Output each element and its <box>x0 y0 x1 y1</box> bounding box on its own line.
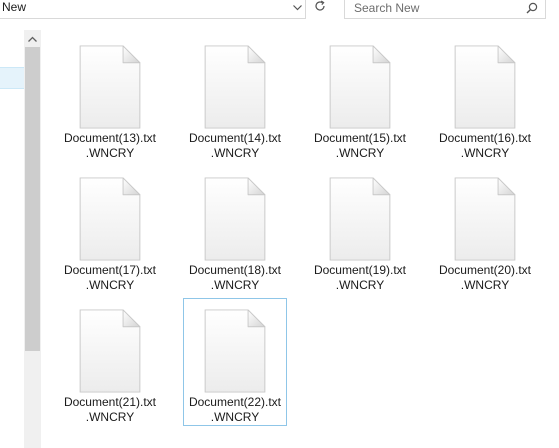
search-input[interactable] <box>345 0 515 18</box>
chevron-down-icon[interactable] <box>289 0 305 18</box>
file-name-line-1: Document(19).txt <box>313 263 407 277</box>
blank-file-icon <box>329 45 391 129</box>
scrollbar-thumb[interactable] <box>25 47 40 351</box>
scroll-up-arrow-icon[interactable] <box>24 30 41 47</box>
search-box[interactable] <box>344 0 546 19</box>
navigation-scrollbar[interactable] <box>24 30 41 448</box>
file-name-line-2: .WNCRY <box>85 410 135 424</box>
file-name-line-2: .WNCRY <box>85 278 135 292</box>
file-name: Document(19).txt .WNCRY <box>309 263 411 293</box>
blank-file-icon <box>204 177 266 261</box>
file-item[interactable]: Document(20).txt .WNCRY <box>433 166 537 294</box>
file-name-line-2: .WNCRY <box>460 278 510 292</box>
file-item[interactable]: Document(17).txt .WNCRY <box>58 166 162 294</box>
blank-file-icon <box>454 177 516 261</box>
file-item[interactable]: Document(19).txt .WNCRY <box>308 166 412 294</box>
file-name-line-1: Document(16).txt <box>438 131 532 145</box>
file-name: Document(17).txt .WNCRY <box>59 263 161 293</box>
refresh-icon <box>314 0 326 17</box>
navigation-pane <box>0 30 24 448</box>
file-name: Document(15).txt .WNCRY <box>309 131 411 161</box>
file-name-line-2: .WNCRY <box>460 146 510 160</box>
file-name: Document(13).txt .WNCRY <box>59 131 161 161</box>
file-name: Document(16).txt .WNCRY <box>434 131 536 161</box>
blank-file-icon <box>79 45 141 129</box>
file-name-line-2: .WNCRY <box>210 278 260 292</box>
file-name: Document(18).txt .WNCRY <box>184 263 286 293</box>
file-item[interactable]: Document(14).txt .WNCRY <box>183 34 287 162</box>
file-name-line-1: Document(14).txt <box>188 131 282 145</box>
blank-file-icon <box>79 309 141 393</box>
blank-file-icon <box>79 177 141 261</box>
file-name-line-2: .WNCRY <box>335 146 385 160</box>
file-name: Document(21).txt .WNCRY <box>59 395 161 425</box>
file-name-line-1: Document(21).txt <box>63 395 157 409</box>
search-icon[interactable] <box>523 0 541 17</box>
file-item[interactable]: Document(16).txt .WNCRY <box>433 34 537 162</box>
file-name-line-1: Document(18).txt <box>188 263 282 277</box>
blank-file-icon <box>204 45 266 129</box>
file-name-line-1: Document(17).txt <box>63 263 157 277</box>
file-item-selected[interactable]: Document(22).txt .WNCRY <box>183 298 287 426</box>
address-path[interactable]: New <box>2 0 26 14</box>
file-name-line-2: .WNCRY <box>85 146 135 160</box>
file-view: Document(13).txt .WNCRY Document(14).txt… <box>41 30 559 448</box>
file-name: Document(14).txt .WNCRY <box>184 131 286 161</box>
file-name-line-2: .WNCRY <box>210 146 260 160</box>
blank-file-icon <box>204 309 266 393</box>
file-name-line-1: Document(22).txt <box>188 395 282 409</box>
address-bar[interactable]: New <box>0 0 306 19</box>
navigation-selected-item[interactable] <box>0 67 24 89</box>
refresh-button[interactable] <box>309 0 331 19</box>
file-item[interactable]: Document(13).txt .WNCRY <box>58 34 162 162</box>
file-name-line-1: Document(20).txt <box>438 263 532 277</box>
file-item[interactable]: Document(18).txt .WNCRY <box>183 166 287 294</box>
file-name: Document(22).txt .WNCRY <box>184 395 286 425</box>
file-item[interactable]: Document(15).txt .WNCRY <box>308 34 412 162</box>
file-name-line-1: Document(13).txt <box>63 131 157 145</box>
file-name-line-1: Document(15).txt <box>313 131 407 145</box>
file-name: Document(20).txt .WNCRY <box>434 263 536 293</box>
blank-file-icon <box>454 45 516 129</box>
file-name-line-2: .WNCRY <box>210 410 260 424</box>
file-item[interactable]: Document(21).txt .WNCRY <box>58 298 162 426</box>
toolbar: New <box>0 0 559 22</box>
file-name-line-2: .WNCRY <box>335 278 385 292</box>
blank-file-icon <box>329 177 391 261</box>
